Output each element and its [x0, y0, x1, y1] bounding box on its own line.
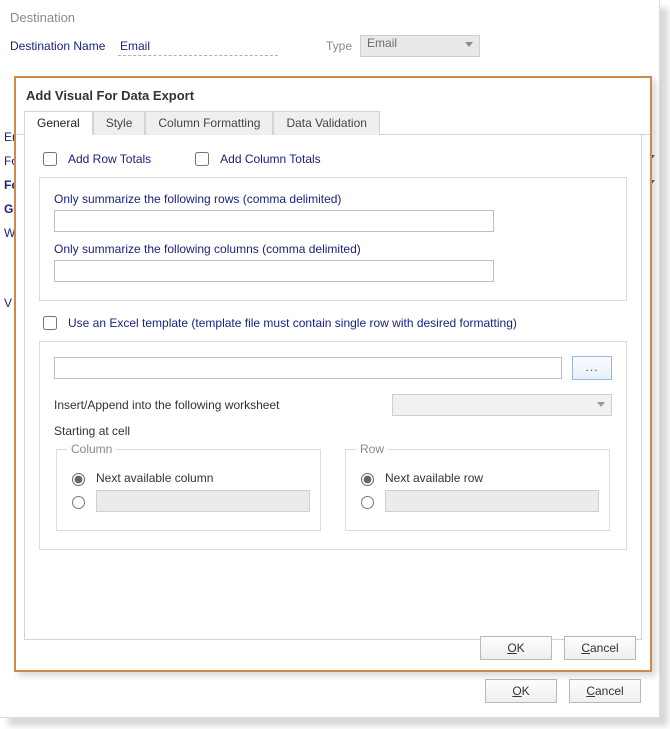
- use-excel-template-checkbox[interactable]: Use an Excel template (template file mus…: [39, 313, 627, 333]
- tab-general[interactable]: General: [24, 111, 93, 135]
- next-available-column-radio[interactable]: [72, 473, 85, 486]
- tab-style[interactable]: Style: [93, 111, 146, 135]
- type-label: Type: [326, 39, 352, 53]
- btn-rest: K: [522, 684, 530, 698]
- row-fieldset: Row Next available row: [345, 442, 610, 531]
- ok-button[interactable]: OK: [480, 636, 552, 660]
- starting-at-cell-label: Starting at cell: [54, 424, 612, 438]
- add-visual-export-dialog: Add Visual For Data Export General Style…: [14, 76, 652, 672]
- chevron-down-icon: [597, 402, 605, 407]
- cancel-button[interactable]: Cancel: [564, 636, 636, 660]
- checkbox-input[interactable]: [43, 316, 57, 330]
- destination-name-label: Destination Name: [10, 39, 110, 53]
- tab-data-validation[interactable]: Data Validation: [273, 111, 380, 135]
- destination-name-input[interactable]: [118, 36, 278, 56]
- section-title: Destination: [0, 0, 659, 29]
- type-select[interactable]: Email: [360, 35, 480, 57]
- chevron-down-icon: [465, 42, 473, 47]
- btn-rest: ancel: [595, 684, 624, 698]
- checkbox-label: Add Column Totals: [220, 152, 321, 166]
- specific-column-input[interactable]: [96, 490, 310, 512]
- ok-button[interactable]: OK: [485, 679, 557, 703]
- summarize-group: Only summarize the following rows (comma…: [39, 177, 627, 301]
- browse-button[interactable]: ...: [572, 356, 612, 380]
- summarize-cols-input[interactable]: [54, 260, 494, 282]
- summarize-rows-label: Only summarize the following rows (comma…: [54, 192, 612, 206]
- cancel-button[interactable]: Cancel: [569, 679, 641, 703]
- tabbar: General Style Column Formatting Data Val…: [16, 109, 650, 135]
- summarize-rows-input[interactable]: [54, 210, 494, 232]
- checkbox-label: Use an Excel template (template file mus…: [68, 316, 517, 330]
- checkbox-label: Add Row Totals: [68, 152, 151, 166]
- column-fieldset: Column Next available column: [56, 442, 321, 531]
- radio-label: Next available column: [96, 471, 213, 485]
- column-legend: Column: [67, 442, 116, 456]
- checkbox-input[interactable]: [195, 152, 209, 166]
- template-path-input[interactable]: [54, 357, 562, 379]
- checkbox-input[interactable]: [43, 152, 57, 166]
- tabpanel-general: Add Row Totals Add Column Totals Only su…: [24, 135, 642, 640]
- next-available-row-radio[interactable]: [361, 473, 374, 486]
- type-select-value: Email: [367, 36, 397, 50]
- row-legend: Row: [356, 442, 388, 456]
- btn-rest: ancel: [590, 641, 619, 655]
- radio-label: Next available row: [385, 471, 483, 485]
- add-column-totals-checkbox[interactable]: Add Column Totals: [191, 149, 321, 169]
- summarize-cols-label: Only summarize the following columns (co…: [54, 242, 612, 256]
- btn-rest: K: [517, 641, 525, 655]
- tab-column-formatting[interactable]: Column Formatting: [145, 111, 273, 135]
- specific-row-input[interactable]: [385, 490, 599, 512]
- specific-column-radio[interactable]: [72, 496, 85, 509]
- worksheet-select[interactable]: [392, 394, 612, 416]
- specific-row-radio[interactable]: [361, 496, 374, 509]
- dialog-title: Add Visual For Data Export: [16, 78, 650, 109]
- excel-template-group: ... Insert/Append into the following wor…: [39, 341, 627, 550]
- add-row-totals-checkbox[interactable]: Add Row Totals: [39, 149, 151, 169]
- insert-worksheet-label: Insert/Append into the following workshe…: [54, 398, 382, 412]
